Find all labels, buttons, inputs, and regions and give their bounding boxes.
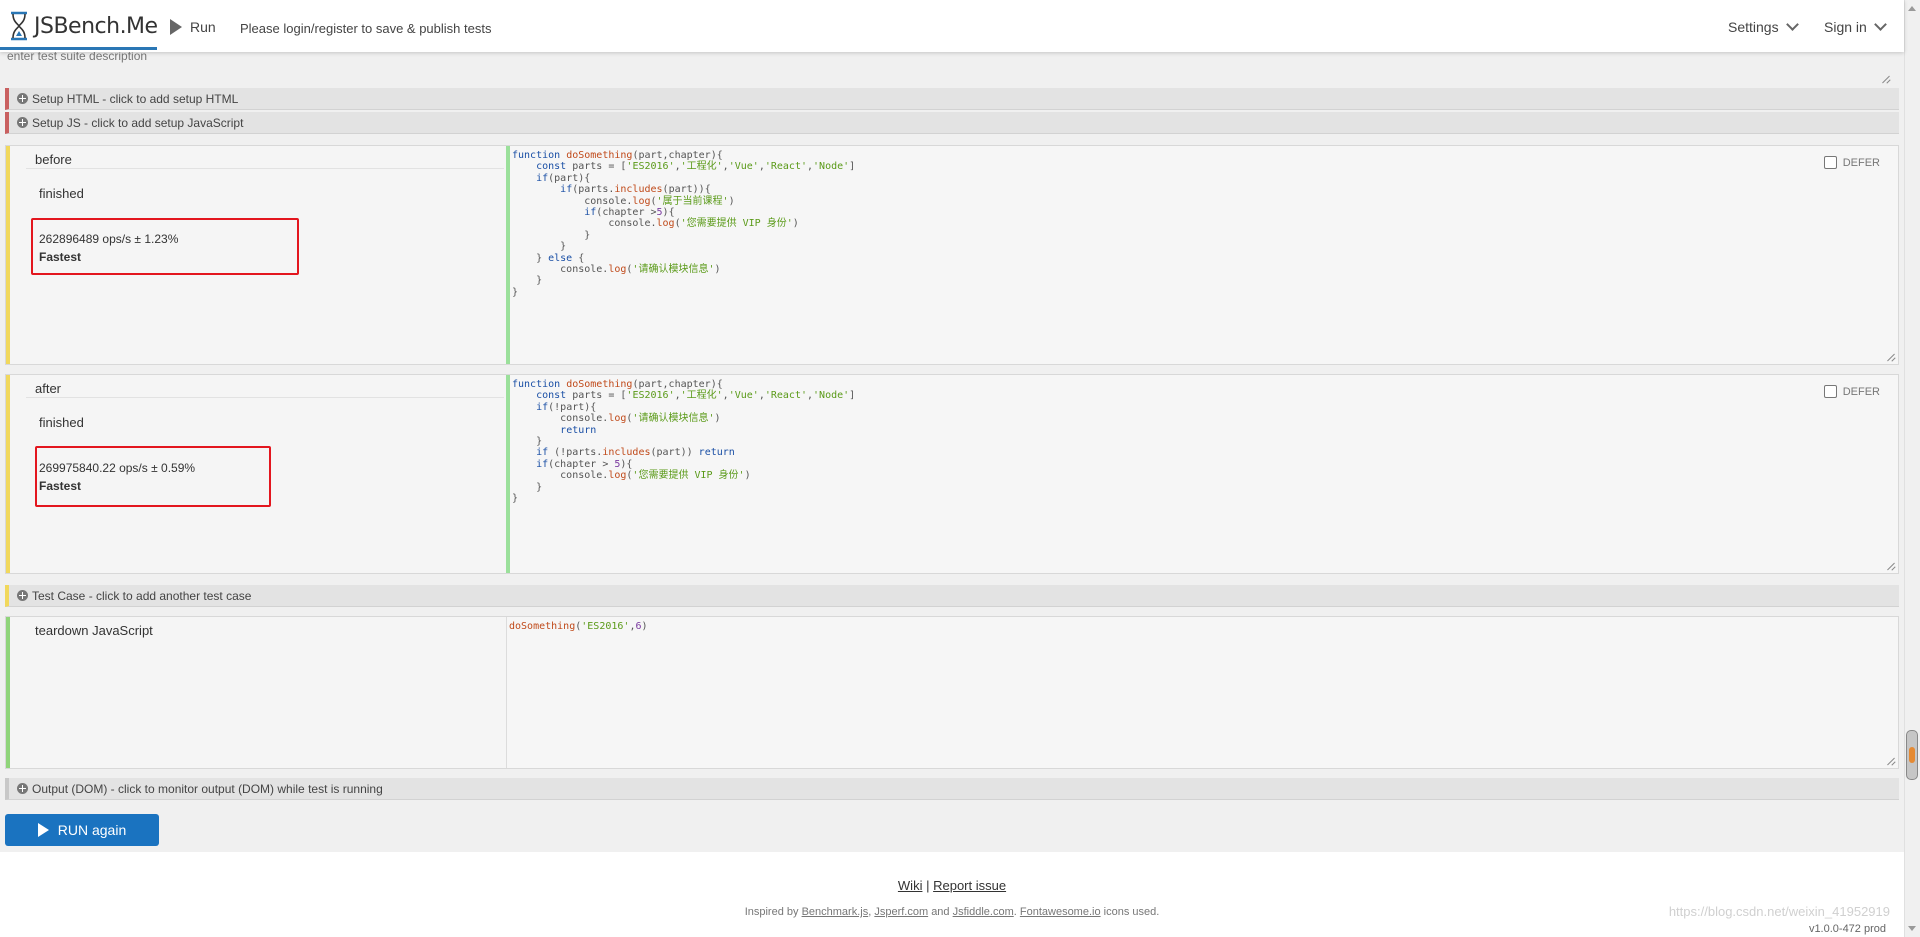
- ops-result: 269975840.22 ops/s ± 0.59%: [39, 461, 196, 475]
- fontawesome-link[interactable]: Fontawesome.io: [1020, 906, 1101, 918]
- resize-handle-icon[interactable]: [1887, 757, 1895, 765]
- setup-js-label: Setup JS - click to add setup JavaScript: [32, 115, 244, 130]
- resize-handle-icon[interactable]: [1882, 75, 1890, 83]
- plus-circle-icon: [17, 93, 28, 104]
- active-nav-underline: [0, 47, 157, 50]
- defer-label: DEFER: [1842, 385, 1880, 398]
- defer-option[interactable]: DEFER: [1823, 385, 1880, 398]
- main-content: enter test suite description Setup HTML …: [0, 49, 1904, 852]
- teardown-title: teardown JavaScript: [35, 623, 153, 638]
- signin-label: Sign in: [1824, 19, 1867, 35]
- test-case-info: before finished 262896489 ops/s ± 1.23% …: [10, 146, 505, 364]
- and-text: and: [931, 906, 950, 918]
- run-nav-label: Run: [190, 19, 216, 35]
- plus-circle-icon: [17, 590, 28, 601]
- brand-name: JSBench.Me: [34, 13, 158, 39]
- run-again-button[interactable]: RUN again: [5, 814, 159, 846]
- output-dom-bar[interactable]: Output (DOM) - click to monitor output (…: [5, 778, 1899, 800]
- code-editor[interactable]: function doSomething(part,chapter){ cons…: [506, 146, 1898, 364]
- scroll-up-icon[interactable]: [1908, 6, 1916, 11]
- play-icon: [170, 19, 182, 35]
- title-divider: [26, 397, 504, 398]
- add-test-case-label: Test Case - click to add another test ca…: [32, 588, 252, 603]
- output-dom-label: Output (DOM) - click to monitor output (…: [32, 781, 383, 796]
- checkbox-icon[interactable]: [1823, 385, 1837, 398]
- login-register-prompt[interactable]: Please login/register to save & publish …: [240, 21, 491, 36]
- play-icon: [37, 823, 49, 837]
- rank-label: Fastest: [39, 250, 82, 264]
- test-case-after: after finished 269975840.22 ops/s ± 0.59…: [5, 374, 1899, 574]
- run-nav-button[interactable]: Run: [170, 19, 216, 35]
- test-status: finished: [39, 186, 84, 201]
- scrollbar-thumb[interactable]: [1906, 730, 1918, 780]
- icons-used-text: icons used.: [1103, 906, 1160, 918]
- link-separator: |: [926, 878, 930, 893]
- top-navbar: JSBench.Me Run Please login/register to …: [0, 0, 1904, 52]
- report-issue-link[interactable]: Report issue: [933, 878, 1006, 893]
- highlight-box: [35, 446, 271, 507]
- settings-label: Settings: [1728, 19, 1779, 35]
- run-again-label: RUN again: [57, 822, 127, 838]
- teardown-section: teardown JavaScript doSomething('ES2016'…: [5, 616, 1899, 769]
- benchmarkjs-link[interactable]: Benchmark.js: [802, 906, 869, 918]
- setup-js-bar[interactable]: Setup JS - click to add setup JavaScript: [5, 112, 1899, 134]
- csdn-watermark: https://blog.csdn.net/weixin_41952919: [1668, 904, 1890, 919]
- plus-circle-icon: [17, 783, 28, 794]
- test-case-info: after finished 269975840.22 ops/s ± 0.59…: [10, 375, 505, 573]
- defer-option[interactable]: DEFER: [1823, 156, 1880, 169]
- title-divider: [26, 168, 504, 169]
- setup-html-bar[interactable]: Setup HTML - click to add setup HTML: [5, 88, 1899, 110]
- inspired-by-text: Inspired by Benchmark.js, Jsperf.com and…: [744, 906, 1160, 918]
- resize-handle-icon[interactable]: [1887, 562, 1895, 570]
- chevron-down-icon: [1873, 18, 1887, 31]
- setup-html-label: Setup HTML - click to add setup HTML: [32, 91, 239, 106]
- defer-label: DEFER: [1842, 156, 1880, 169]
- teardown-code-editor[interactable]: doSomething('ES2016',6): [506, 617, 1898, 768]
- signin-menu[interactable]: Sign in: [1824, 18, 1887, 35]
- chevron-down-icon: [1785, 18, 1799, 31]
- rank-label: Fastest: [39, 479, 82, 493]
- version-label: v1.0.0-472 prod: [1808, 923, 1886, 935]
- brand-logo[interactable]: JSBench.Me: [8, 9, 158, 43]
- wiki-link[interactable]: Wiki: [898, 878, 923, 893]
- jsperf-link[interactable]: Jsperf.com: [874, 906, 928, 918]
- plus-circle-icon: [17, 117, 28, 128]
- teardown-info: teardown JavaScript: [10, 617, 505, 768]
- jsfiddle-link[interactable]: Jsfiddle.com: [953, 906, 1014, 918]
- ops-result: 262896489 ops/s ± 1.23%: [39, 232, 179, 246]
- footer: Wiki | Report issue Inspired by Benchmar…: [0, 852, 1904, 937]
- hourglass-logo-icon: [11, 11, 27, 41]
- code-content: function doSomething(part,chapter){ cons…: [512, 379, 856, 505]
- add-test-case-bar[interactable]: Test Case - click to add another test ca…: [5, 585, 1899, 607]
- test-case-before: before finished 262896489 ops/s ± 1.23% …: [5, 145, 1899, 365]
- checkbox-icon[interactable]: [1823, 156, 1837, 169]
- code-editor[interactable]: function doSomething(part,chapter){ cons…: [506, 375, 1898, 573]
- footer-links: Wiki | Report issue: [0, 878, 1904, 893]
- scroll-down-icon[interactable]: [1908, 926, 1916, 931]
- vertical-scrollbar[interactable]: [1904, 0, 1920, 937]
- inspired-prefix: Inspired by: [744, 906, 799, 918]
- code-content: doSomething('ES2016',6): [509, 621, 648, 632]
- code-content: function doSomething(part,chapter){ cons…: [512, 150, 856, 298]
- highlight-box: [31, 218, 299, 275]
- test-status: finished: [39, 415, 84, 430]
- suite-description-input[interactable]: enter test suite description: [0, 49, 1902, 85]
- resize-handle-icon[interactable]: [1887, 353, 1895, 361]
- settings-menu[interactable]: Settings: [1728, 18, 1799, 35]
